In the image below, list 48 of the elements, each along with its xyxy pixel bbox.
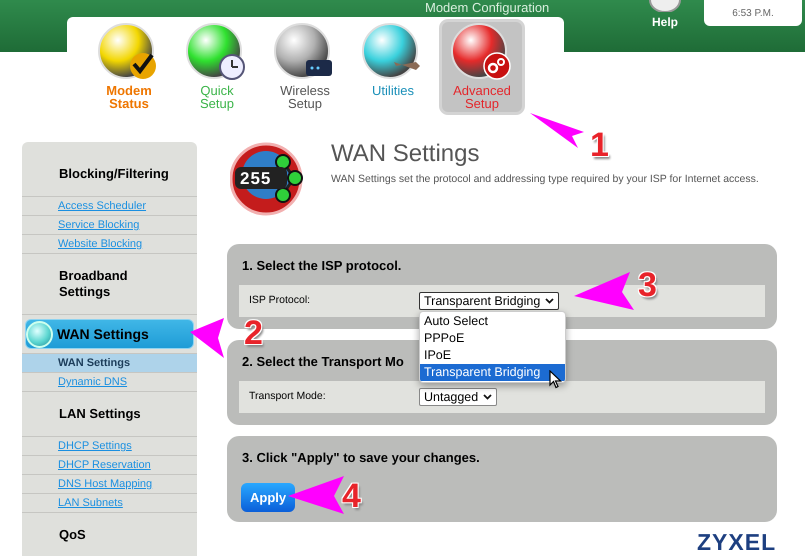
clock-time: 6:53 P.M. — [732, 7, 774, 21]
sidebar-link[interactable]: DHCP Settings — [22, 437, 197, 456]
sidebar-link[interactable]: Website Blocking — [22, 235, 197, 254]
apply-button[interactable]: Apply — [241, 483, 296, 512]
dropdown-option[interactable]: PPPoE — [420, 330, 565, 347]
callout-number: 4 — [342, 479, 361, 513]
page-description: WAN Settings set the protocol and addressing type required by your ISP for Internet access. — [331, 172, 760, 186]
sidebar-heading: Blocking/Filtering — [59, 166, 169, 182]
callout-number: 2 — [244, 316, 263, 350]
nav-tab[interactable]: Quick Setup — [178, 22, 256, 112]
sidebar-current-label: WAN Settings — [57, 324, 149, 344]
chevron-down-icon — [483, 394, 492, 400]
help-icon[interactable] — [648, 0, 682, 12]
callout-arrow — [188, 318, 224, 358]
dropdown-option[interactable]: Auto Select — [420, 313, 565, 330]
step-heading: 2. Select the Transport Mo — [242, 354, 404, 369]
dropdown-option[interactable]: Transparent Bridging — [420, 364, 565, 381]
brand-logo: ZYXEL — [697, 530, 776, 554]
step-heading: 3. Click "Apply" to save your changes. — [242, 450, 480, 465]
sidebar-link[interactable]: DHCP Reservation — [22, 456, 197, 475]
ip-badge-text: 255 — [240, 168, 272, 190]
sidebar-link[interactable]: LAN Subnets — [22, 494, 197, 513]
header-title: Modem Configuration — [425, 0, 550, 17]
sidebar-link[interactable]: DNS Host Mapping — [22, 475, 197, 494]
help-label[interactable]: Help — [652, 13, 678, 31]
field-label: Transport Mode: — [249, 389, 327, 404]
nav-tab[interactable]: Wireless Setup — [266, 22, 344, 112]
dropdown-option[interactable]: IPoE — [420, 347, 565, 364]
sidebar-heading: LAN Settings — [59, 406, 141, 422]
sidebar-link[interactable]: Dynamic DNS — [22, 373, 197, 392]
sidebar-heading: Broadband Settings — [59, 268, 129, 300]
callout-number: 1 — [590, 128, 609, 162]
sidebar-current-section[interactable]: WAN Settings — [25, 319, 194, 349]
step-heading: 1. Select the ISP protocol. — [242, 258, 402, 273]
nav-tab[interactable]: Utilities — [354, 22, 432, 99]
nav-tab[interactable]: Advanced Setup — [442, 22, 522, 112]
callout-number: 3 — [638, 268, 657, 302]
field-label: ISP Protocol: — [249, 293, 312, 308]
select-field[interactable]: Untagged — [419, 388, 498, 406]
sidebar-link[interactable]: Service Blocking — [22, 216, 197, 235]
select-field[interactable]: Transparent Bridging — [419, 292, 560, 310]
sidebar-link[interactable]: Access Scheduler — [22, 197, 197, 216]
sidebar-heading: QoS — [59, 527, 86, 543]
chevron-down-icon — [545, 298, 554, 304]
sidebar-link[interactable]: WAN Settings — [22, 354, 197, 373]
orb-icon — [26, 320, 53, 348]
page-title: WAN Settings — [331, 139, 480, 169]
nav-tab[interactable]: Modem Status — [90, 22, 168, 112]
